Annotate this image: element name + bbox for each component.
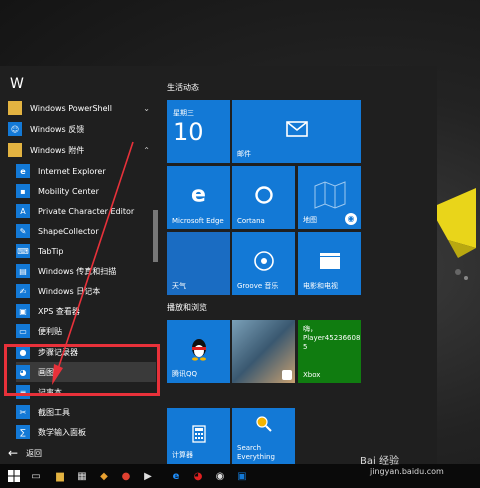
calculator-taskbar-icon[interactable]: ▦ <box>74 468 90 484</box>
back-button[interactable]: ← 返回 <box>8 446 42 460</box>
tile-search-everything[interactable]: Search Everything <box>232 408 295 464</box>
tabtip-icon: ⌨ <box>16 244 30 258</box>
maps-icon <box>314 181 345 209</box>
app-item-windows-journal[interactable]: ✍ Windows 日记本 <box>16 281 156 301</box>
tile-tencent-qq[interactable]: 腾讯QQ <box>167 320 230 383</box>
tile-mail[interactable]: 邮件 <box>232 100 361 163</box>
app-item-shapecollector[interactable]: ✎ ShapeCollector <box>16 221 156 241</box>
cortana-icon <box>254 186 273 204</box>
folder-icon <box>8 101 22 115</box>
camera-badge-icon: ◉ <box>345 213 357 225</box>
tile-maps[interactable]: ◉ 地图 <box>298 166 361 229</box>
feedback-icon: ☺ <box>8 122 22 136</box>
groove-icon <box>253 251 274 271</box>
app-item-windows-feedback[interactable]: ☺ Windows 反馈 <box>8 119 156 139</box>
tile-cortana[interactable]: Cortana <box>232 166 295 229</box>
magnifier-icon <box>256 416 272 432</box>
group-title-live: 生活动态 <box>167 83 199 92</box>
media-taskbar-icon[interactable]: ● <box>118 468 134 484</box>
app-taskbar-icon[interactable]: ◆ <box>96 468 112 484</box>
tile-xbox[interactable]: 嗨， Player45236608 5 Xbox <box>298 320 361 383</box>
paint-taskbar-icon[interactable]: ◕ <box>190 468 206 484</box>
chevron-down-icon[interactable]: ⌄ <box>143 104 150 113</box>
start-button[interactable] <box>6 468 22 484</box>
edge-taskbar-icon[interactable]: e <box>168 468 184 484</box>
character-editor-icon: A <box>16 204 30 218</box>
windows-logo-icon <box>8 470 20 482</box>
tile-movies-tv[interactable]: 电影和电视 <box>298 232 361 295</box>
task-view-icon[interactable]: ▭ <box>28 468 44 484</box>
app-item-snipping-tool[interactable]: ✂ 截图工具 <box>16 402 156 422</box>
app-item-windows-accessories[interactable]: Windows 附件 ⌃ <box>8 140 156 160</box>
section-letter[interactable]: W <box>10 76 24 92</box>
shape-collector-icon: ✎ <box>16 224 30 238</box>
file-explorer-icon[interactable]: ▆ <box>52 468 68 484</box>
app-item-sticky-notes[interactable]: ▭ 便利贴 <box>16 321 156 341</box>
app-item-xps-viewer[interactable]: ▣ XPS 查看器 <box>16 301 156 321</box>
film-icon <box>319 252 340 269</box>
tile-groove-music[interactable]: Groove 音乐 <box>232 232 295 295</box>
tile-game-artwork[interactable] <box>232 320 295 383</box>
sticky-notes-icon: ▭ <box>16 324 30 338</box>
highlight-box <box>4 344 160 396</box>
tile-calendar[interactable]: 星期三 10 <box>167 100 230 163</box>
chevron-up-icon[interactable]: ⌃ <box>143 146 150 155</box>
app-item-windows-fax-scan[interactable]: ▤ Windows 传真和扫描 <box>16 261 156 281</box>
mobility-icon: ▪ <box>16 184 30 198</box>
mail-icon <box>285 121 308 137</box>
xps-icon: ▣ <box>16 304 30 318</box>
chrome-taskbar-icon[interactable]: ◉ <box>212 468 228 484</box>
tile-weather[interactable]: 天气 <box>167 232 230 295</box>
baidu-watermark: Bai 经验 jingyan.baidu.com <box>360 456 444 476</box>
ie-icon: e <box>16 164 30 178</box>
play-taskbar-icon[interactable]: ▶ <box>140 468 156 484</box>
app-item-math-input-panel[interactable]: ∑ 数学输入面板 <box>16 422 156 442</box>
math-input-icon: ∑ <box>16 425 30 439</box>
calculator-icon <box>191 425 206 443</box>
back-arrow-icon: ← <box>8 446 19 460</box>
journal-icon: ✍ <box>16 284 30 298</box>
app-list: W Windows PowerShell ⌄ ☺ Windows 反馈 Wind… <box>0 66 162 464</box>
app-item-internet-explorer[interactable]: e Internet Explorer <box>16 161 156 181</box>
group-title-play: 播放和浏览 <box>167 303 207 312</box>
edge-icon: e <box>191 182 206 208</box>
tile-calculator[interactable]: 计算器 <box>167 408 230 464</box>
tile-microsoft-edge[interactable]: e Microsoft Edge <box>167 166 230 229</box>
start-menu: W Windows PowerShell ⌄ ☺ Windows 反馈 Wind… <box>0 66 437 464</box>
snipping-tool-icon: ✂ <box>16 405 30 419</box>
game-badge-icon <box>282 370 292 380</box>
window-taskbar-icon[interactable]: ▣ <box>234 468 250 484</box>
app-item-private-character-editor[interactable]: A Private Character Editor <box>16 201 156 221</box>
fax-scan-icon: ▤ <box>16 264 30 278</box>
app-list-scrollbar[interactable] <box>153 210 158 262</box>
folder-icon <box>8 143 22 157</box>
app-item-tabtip[interactable]: ⌨ TabTip <box>16 241 156 261</box>
qq-penguin-icon <box>191 338 206 361</box>
app-item-mobility-center[interactable]: ▪ Mobility Center <box>16 181 156 201</box>
app-item-windows-powershell[interactable]: Windows PowerShell ⌄ <box>8 98 156 118</box>
